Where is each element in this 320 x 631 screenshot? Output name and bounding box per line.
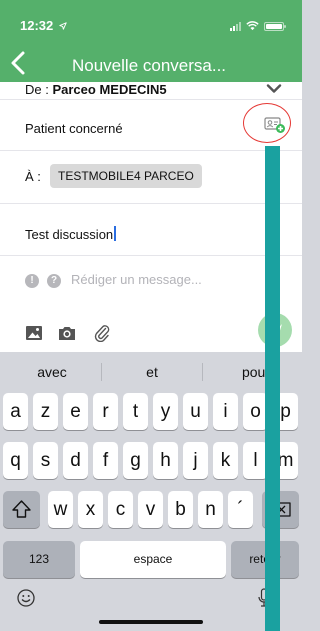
subject-value: Test discussion — [25, 227, 114, 242]
key[interactable]: w — [48, 491, 73, 528]
key[interactable]: z — [33, 393, 58, 430]
key[interactable]: ´ — [228, 491, 253, 528]
message-row[interactable]: Rédiger un message... — [0, 256, 302, 304]
page-title: Nouvelle conversa... — [72, 56, 227, 75]
text-cursor — [114, 226, 117, 241]
key[interactable]: j — [183, 442, 208, 479]
suggestion-item[interactable]: pour — [216, 364, 296, 380]
subject-field[interactable]: Test discussion — [25, 226, 117, 242]
key[interactable]: v — [138, 491, 163, 528]
key[interactable]: s — [33, 442, 58, 479]
key[interactable]: i — [213, 393, 238, 430]
chevron-left-icon[interactable] — [6, 48, 32, 78]
suggestion-item[interactable]: et — [112, 364, 192, 380]
sender-value: Parceo MEDECIN5 — [52, 82, 167, 97]
camera-icon[interactable] — [58, 324, 76, 342]
message-input[interactable]: Rédiger un message... — [71, 272, 202, 287]
battery-icon — [264, 21, 286, 31]
image-icon[interactable] — [25, 324, 43, 342]
subject-row[interactable]: Test discussion — [0, 204, 302, 256]
shift-key[interactable] — [3, 491, 40, 528]
cellular-signal-icon — [230, 21, 241, 31]
attachment-toolbar — [0, 304, 302, 352]
status-time: 12:32 — [20, 18, 67, 33]
exclamation-icon[interactable] — [25, 274, 39, 288]
home-indicator — [99, 620, 203, 624]
numbers-key[interactable]: 123 — [3, 541, 75, 578]
suggestion-item[interactable]: avec — [12, 364, 92, 380]
key[interactable]: a — [3, 393, 28, 430]
conversation-form: De : Parceo MEDECIN5 Patient concerné À … — [0, 82, 302, 352]
shift-icon — [12, 500, 31, 518]
key[interactable]: r — [93, 393, 118, 430]
key[interactable]: d — [63, 442, 88, 479]
keyboard: avec et pour a z e r t y u i o p q s d f… — [0, 352, 302, 631]
location-arrow-icon — [59, 22, 67, 30]
status-icons — [230, 21, 286, 31]
key[interactable]: k — [213, 442, 238, 479]
key[interactable]: f — [93, 442, 118, 479]
suggestion-divider — [101, 363, 102, 381]
key[interactable]: g — [123, 442, 148, 479]
patient-label: Patient concerné — [25, 121, 123, 136]
patient-row[interactable]: Patient concerné — [0, 100, 302, 151]
sender-row[interactable]: De : Parceo MEDECIN5 — [0, 82, 302, 100]
nav-bar: Nouvelle conversa... — [0, 46, 302, 82]
emoji-icon[interactable] — [17, 589, 35, 607]
key[interactable]: x — [78, 491, 103, 528]
key[interactable]: b — [168, 491, 193, 528]
sender-label: De : — [25, 82, 53, 97]
key[interactable]: q — [3, 442, 28, 479]
patient-card-add-icon[interactable] — [264, 116, 286, 134]
paperclip-icon[interactable] — [94, 324, 110, 342]
key[interactable]: u — [183, 393, 208, 430]
wifi-icon — [246, 21, 259, 31]
key[interactable]: y — [153, 393, 178, 430]
space-key[interactable]: espace — [80, 541, 226, 578]
recipient-chip[interactable]: TESTMOBILE4 PARCEO — [50, 164, 202, 188]
annotation-bar — [265, 146, 280, 631]
app-header: 12:32 Nouvelle conversa... — [0, 0, 302, 82]
status-time-text: 12:32 — [20, 18, 54, 33]
key[interactable]: e — [63, 393, 88, 430]
suggestion-bar: avec et pour — [0, 352, 302, 390]
chevron-down-icon[interactable] — [266, 84, 282, 94]
question-icon[interactable] — [47, 274, 61, 288]
recipient-label: À : — [25, 169, 41, 184]
key[interactable]: h — [153, 442, 178, 479]
status-bar: 12:32 — [0, 0, 302, 46]
key[interactable]: c — [108, 491, 133, 528]
key[interactable]: n — [198, 491, 223, 528]
key[interactable]: t — [123, 393, 148, 430]
sender-field: De : Parceo MEDECIN5 — [25, 82, 167, 97]
suggestion-divider — [202, 363, 203, 381]
recipient-row[interactable]: À : TESTMOBILE4 PARCEO — [0, 151, 302, 204]
